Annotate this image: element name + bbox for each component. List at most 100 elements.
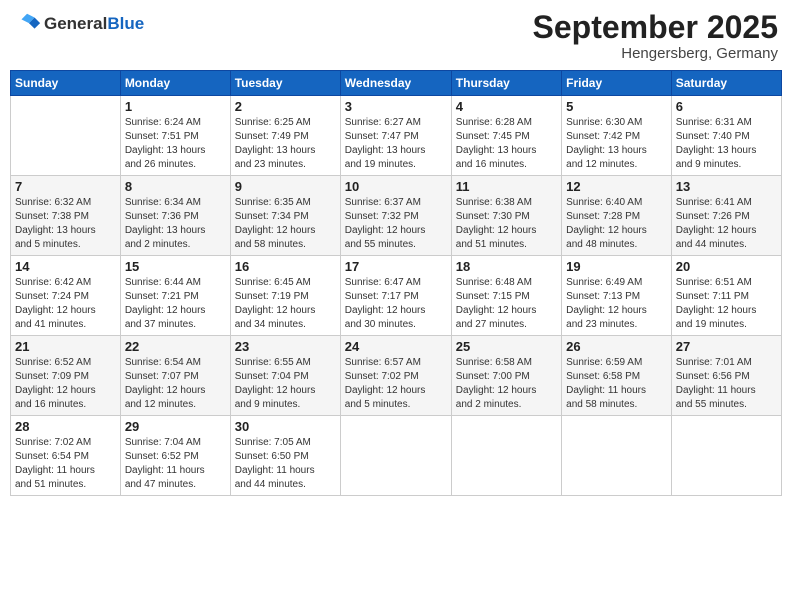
header-tuesday: Tuesday	[230, 71, 340, 96]
day-info: Sunrise: 6:58 AM Sunset: 7:00 PM Dayligh…	[456, 356, 557, 412]
day-info: Sunrise: 6:48 AM Sunset: 7:15 PM Dayligh…	[456, 276, 557, 332]
calendar-cell: 25 Sunrise: 6:58 AM Sunset: 7:00 PM Dayli…	[451, 336, 561, 416]
day-info: Sunrise: 6:24 AM Sunset: 7:51 PM Dayligh…	[125, 116, 226, 172]
day-info: Sunrise: 6:35 AM Sunset: 7:34 PM Dayligh…	[235, 196, 336, 252]
day-info: Sunrise: 7:01 AM Sunset: 6:56 PM Dayligh…	[676, 356, 777, 412]
day-info: Sunrise: 6:51 AM Sunset: 7:11 PM Dayligh…	[676, 276, 777, 332]
calendar-cell: 20 Sunrise: 6:51 AM Sunset: 7:11 PM Dayli…	[671, 256, 781, 336]
day-number: 19	[566, 259, 667, 274]
logo: GeneralBlue	[14, 10, 144, 38]
calendar-cell	[340, 416, 451, 496]
calendar-cell: 2 Sunrise: 6:25 AM Sunset: 7:49 PM Daylig…	[230, 96, 340, 176]
day-info: Sunrise: 6:52 AM Sunset: 7:09 PM Dayligh…	[15, 356, 116, 412]
calendar-cell: 12Sunrise: 6:40 AM Sunset: 7:28 PM Dayli…	[562, 176, 672, 256]
header-friday: Friday	[562, 71, 672, 96]
calendar-cell: 3Sunrise: 6:27 AM Sunset: 7:47 PM Daylig…	[340, 96, 451, 176]
calendar-header-row: SundayMondayTuesdayWednesdayThursdayFrid…	[11, 71, 782, 96]
calendar-cell	[11, 96, 121, 176]
day-number: 22	[125, 339, 226, 354]
logo-icon	[14, 10, 42, 38]
day-info: Sunrise: 7:04 AM Sunset: 6:52 PM Dayligh…	[125, 436, 226, 492]
day-number: 6	[676, 99, 777, 114]
day-info: Sunrise: 6:27 AM Sunset: 7:47 PM Dayligh…	[345, 116, 447, 172]
calendar-cell: 9 Sunrise: 6:35 AM Sunset: 7:34 PM Daylig…	[230, 176, 340, 256]
calendar-cell: 18 Sunrise: 6:48 AM Sunset: 7:15 PM Dayli…	[451, 256, 561, 336]
calendar-cell: 19 Sunrise: 6:49 AM Sunset: 7:13 PM Dayli…	[562, 256, 672, 336]
day-number: 13	[676, 179, 777, 194]
calendar-week-2: 7Sunrise: 6:32 AM Sunset: 7:38 PM Daylig…	[11, 176, 782, 256]
day-info: Sunrise: 7:05 AM Sunset: 6:50 PM Dayligh…	[235, 436, 336, 492]
calendar-cell: 22 Sunrise: 6:54 AM Sunset: 7:07 PM Dayli…	[120, 336, 230, 416]
calendar-body: 1 Sunrise: 6:24 AM Sunset: 7:51 PM Daylig…	[11, 96, 782, 496]
day-number: 21	[15, 339, 116, 354]
day-info: Sunrise: 6:49 AM Sunset: 7:13 PM Dayligh…	[566, 276, 667, 332]
day-number: 20	[676, 259, 777, 274]
calendar-cell: 8 Sunrise: 6:34 AM Sunset: 7:36 PM Daylig…	[120, 176, 230, 256]
day-number: 8	[125, 179, 226, 194]
day-info: Sunrise: 6:47 AM Sunset: 7:17 PM Dayligh…	[345, 276, 447, 332]
calendar-cell: 15 Sunrise: 6:44 AM Sunset: 7:21 PM Dayli…	[120, 256, 230, 336]
calendar-cell: 29 Sunrise: 7:04 AM Sunset: 6:52 PM Dayli…	[120, 416, 230, 496]
title-block: September 2025 Hengersberg, Germany	[533, 10, 778, 62]
calendar-cell: 21 Sunrise: 6:52 AM Sunset: 7:09 PM Dayli…	[11, 336, 121, 416]
day-info: Sunrise: 6:30 AM Sunset: 7:42 PM Dayligh…	[566, 116, 667, 172]
day-info: Sunrise: 6:57 AM Sunset: 7:02 PM Dayligh…	[345, 356, 447, 412]
day-number: 18	[456, 259, 557, 274]
day-info: Sunrise: 6:28 AM Sunset: 7:45 PM Dayligh…	[456, 116, 557, 172]
calendar-cell: 17 Sunrise: 6:47 AM Sunset: 7:17 PM Dayli…	[340, 256, 451, 336]
calendar-cell: 13 Sunrise: 6:41 AM Sunset: 7:26 PM Dayli…	[671, 176, 781, 256]
calendar-cell: 23 Sunrise: 6:55 AM Sunset: 7:04 PM Dayli…	[230, 336, 340, 416]
day-info: Sunrise: 6:45 AM Sunset: 7:19 PM Dayligh…	[235, 276, 336, 332]
page-header: GeneralBlue September 2025 Hengersberg, …	[10, 10, 782, 62]
header-wednesday: Wednesday	[340, 71, 451, 96]
calendar-cell: 11Sunrise: 6:38 AM Sunset: 7:30 PM Dayli…	[451, 176, 561, 256]
day-number: 11	[456, 179, 557, 194]
day-number: 9	[235, 179, 336, 194]
day-number: 12	[566, 179, 667, 194]
calendar-week-5: 28 Sunrise: 7:02 AM Sunset: 6:54 PM Dayli…	[11, 416, 782, 496]
day-number: 10	[345, 179, 447, 194]
day-number: 16	[235, 259, 336, 274]
logo-blue: Blue	[107, 14, 144, 34]
day-number: 27	[676, 339, 777, 354]
day-info: Sunrise: 6:54 AM Sunset: 7:07 PM Dayligh…	[125, 356, 226, 412]
day-info: Sunrise: 6:55 AM Sunset: 7:04 PM Dayligh…	[235, 356, 336, 412]
calendar-cell: 7Sunrise: 6:32 AM Sunset: 7:38 PM Daylig…	[11, 176, 121, 256]
calendar-week-1: 1 Sunrise: 6:24 AM Sunset: 7:51 PM Daylig…	[11, 96, 782, 176]
calendar-week-4: 21 Sunrise: 6:52 AM Sunset: 7:09 PM Dayli…	[11, 336, 782, 416]
day-number: 15	[125, 259, 226, 274]
day-number: 29	[125, 419, 226, 434]
calendar-cell	[671, 416, 781, 496]
calendar-cell	[562, 416, 672, 496]
day-number: 5	[566, 99, 667, 114]
day-number: 1	[125, 99, 226, 114]
day-info: Sunrise: 6:25 AM Sunset: 7:49 PM Dayligh…	[235, 116, 336, 172]
day-info: Sunrise: 6:41 AM Sunset: 7:26 PM Dayligh…	[676, 196, 777, 252]
calendar-cell: 28 Sunrise: 7:02 AM Sunset: 6:54 PM Dayli…	[11, 416, 121, 496]
day-info: Sunrise: 6:31 AM Sunset: 7:40 PM Dayligh…	[676, 116, 777, 172]
day-number: 17	[345, 259, 447, 274]
header-sunday: Sunday	[11, 71, 121, 96]
day-info: Sunrise: 6:42 AM Sunset: 7:24 PM Dayligh…	[15, 276, 116, 332]
logo-general: General	[44, 14, 107, 34]
header-saturday: Saturday	[671, 71, 781, 96]
day-info: Sunrise: 6:44 AM Sunset: 7:21 PM Dayligh…	[125, 276, 226, 332]
calendar-cell: 4 Sunrise: 6:28 AM Sunset: 7:45 PM Daylig…	[451, 96, 561, 176]
day-number: 2	[235, 99, 336, 114]
location: Hengersberg, Germany	[533, 45, 778, 62]
day-info: Sunrise: 6:37 AM Sunset: 7:32 PM Dayligh…	[345, 196, 447, 252]
calendar-cell: 10 Sunrise: 6:37 AM Sunset: 7:32 PM Dayli…	[340, 176, 451, 256]
day-info: Sunrise: 7:02 AM Sunset: 6:54 PM Dayligh…	[15, 436, 116, 492]
calendar-cell: 24Sunrise: 6:57 AM Sunset: 7:02 PM Dayli…	[340, 336, 451, 416]
month-title: September 2025	[533, 10, 778, 45]
calendar-cell	[451, 416, 561, 496]
day-number: 4	[456, 99, 557, 114]
day-number: 23	[235, 339, 336, 354]
calendar-table: SundayMondayTuesdayWednesdayThursdayFrid…	[10, 70, 782, 496]
calendar-week-3: 14Sunrise: 6:42 AM Sunset: 7:24 PM Dayli…	[11, 256, 782, 336]
calendar-cell: 16 Sunrise: 6:45 AM Sunset: 7:19 PM Dayli…	[230, 256, 340, 336]
day-number: 28	[15, 419, 116, 434]
day-info: Sunrise: 6:34 AM Sunset: 7:36 PM Dayligh…	[125, 196, 226, 252]
calendar-cell: 14Sunrise: 6:42 AM Sunset: 7:24 PM Dayli…	[11, 256, 121, 336]
day-number: 25	[456, 339, 557, 354]
